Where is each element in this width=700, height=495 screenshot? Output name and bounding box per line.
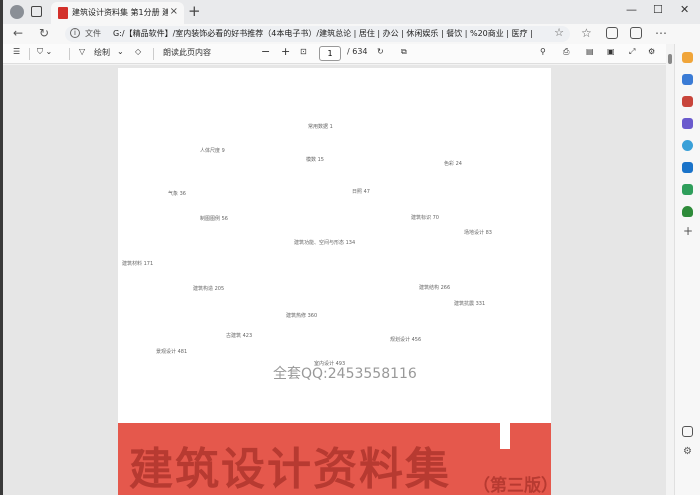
cover-banner: 建筑设计资料集 （第三版） [118,421,551,495]
contents-icon[interactable]: ☰ [13,47,20,56]
minimize-button[interactable]: — [626,3,637,16]
toc-item: 场地设计 83 [464,230,492,236]
scrollbar-thumb[interactable] [668,54,672,64]
toc-item: 建筑结构 266 [419,285,451,291]
address-bar: ← ↻ i 文件 G:/【精品软件】/室内装饰必看的好书推荐（4本电子书）/建筑… [3,24,700,44]
toc-item: 日照 47 [352,189,370,195]
close-window-button[interactable]: ✕ [680,3,689,16]
toc-item: 制图图例 56 [200,216,228,222]
save-icon[interactable]: ▤ [586,47,594,56]
tab-title: 建筑设计资料集 第1分册 建筑总... [72,8,168,17]
info-icon[interactable]: i [70,28,80,38]
page-number-input[interactable]: 1 [319,46,341,61]
toc-item: 色彩 24 [444,161,462,167]
toc-item: 建筑功能、空间与形态 134 [294,240,356,246]
pdf-viewer[interactable]: 常用数据 1 人体尺度 9 模数 15 色彩 24 气象 36 日照 47 制图… [3,65,666,495]
vertical-scrollbar[interactable] [666,44,674,495]
toc-item: 常用数据 1 [308,124,333,130]
book-title: 建筑设计资料集 [129,444,451,495]
shopping-icon[interactable] [682,184,693,195]
toc-item: 建筑构造 205 [193,286,225,292]
url-scheme: 文件 [85,29,101,38]
tab-actions-icon[interactable] [31,6,42,17]
outlook-icon[interactable] [682,162,693,173]
draw-icon[interactable]: ▽ [79,47,85,56]
book-edition: （第三版） [473,476,551,495]
save-as-icon[interactable]: ▣ [607,47,615,56]
toc-item: 规划设计 456 [390,337,422,343]
eraser-icon[interactable]: ◇ [135,47,141,56]
fullscreen-icon[interactable]: ⤢ [629,47,635,57]
highlight-icon[interactable]: ⛉ ⌄ [37,47,52,57]
collections-icon[interactable] [630,27,642,39]
refresh-icon[interactable]: ↻ [39,26,49,40]
sidebar-layout-icon[interactable] [682,426,693,437]
tab-close-button[interactable]: × [170,6,178,17]
split-screen-icon[interactable] [606,27,618,39]
back-icon[interactable]: ← [13,26,23,40]
tab-pdf[interactable]: 建筑设计资料集 第1分册 建筑总... × [51,2,184,24]
persona-icon[interactable] [682,118,693,129]
fit-page-icon[interactable]: ⊡ [300,47,307,56]
add-sidebar-icon[interactable]: + [683,224,693,238]
office-icon[interactable] [682,140,693,151]
edge-sidebar: + ⚙ [674,44,700,495]
rotate-icon[interactable]: ↻ [377,47,384,56]
toc-item: 建筑热修 360 [286,313,318,319]
draw-dropdown-icon[interactable]: ⌄ [117,47,124,56]
sidebar-settings-icon[interactable]: ⚙ [683,446,692,457]
url-path: G:/【精品软件】/室内装饰必看的好书推荐（4本电子书）/建筑总论 | 居住 |… [113,29,533,38]
zoom-out-button[interactable]: − [261,45,270,58]
page-view-icon[interactable]: ⧉ [401,47,407,57]
favorites-icon[interactable]: ☆ [581,26,592,40]
toc-item: 建筑抗震 331 [454,301,486,307]
browser-window: 建筑设计资料集 第1分册 建筑总... × + — ☐ ✕ ← ↻ i 文件 G… [3,0,700,495]
watermark-text: 全套QQ:2453558116 [273,366,417,382]
page-total: / 634 [347,47,368,56]
pdf-toolbar: ☰ ⛉ ⌄ ▽ 绘制 ⌄ ◇ 朗读此页内容 − + ⊡ 1 / 634 ↻ ⧉ … [3,44,700,64]
favorite-star-icon[interactable]: ☆ [554,26,564,39]
tag-icon[interactable] [682,74,693,85]
print-icon[interactable]: ⎙ [563,47,569,57]
toc-item: 古建筑 423 [226,333,253,339]
zoom-in-button[interactable]: + [281,45,290,58]
toc-item: 模数 15 [306,157,324,163]
new-tab-button[interactable]: + [188,2,201,20]
tab-bar: 建筑设计资料集 第1分册 建筑总... × + — ☐ ✕ [3,0,700,24]
search-sidebar-icon[interactable] [682,52,693,63]
maximize-button[interactable]: ☐ [653,3,663,16]
toc-item: 景观设计 481 [156,349,188,355]
settings-gear-icon[interactable]: ⚙ [648,47,655,56]
toc-item: 气象 36 [168,191,186,197]
read-aloud-button[interactable]: 朗读此页内容 [163,47,211,58]
pdf-page: 常用数据 1 人体尺度 9 模数 15 色彩 24 气象 36 日照 47 制图… [118,68,551,495]
toc-item: 建筑标识 70 [411,215,439,221]
profile-avatar[interactable] [10,5,24,19]
toc-item: 建筑材料 171 [122,261,154,267]
more-menu-icon[interactable]: ⋯ [655,26,667,40]
toolbox-icon[interactable] [682,96,693,107]
search-icon[interactable]: ⚲ [540,47,546,56]
pdf-icon [58,7,68,19]
draw-button[interactable]: 绘制 [94,47,110,58]
toc-item: 人体尺度 9 [200,148,225,154]
tree-icon[interactable] [682,206,693,217]
url-field[interactable]: i 文件 G:/【精品软件】/室内装饰必看的好书推荐（4本电子书）/建筑总论 |… [65,26,570,42]
